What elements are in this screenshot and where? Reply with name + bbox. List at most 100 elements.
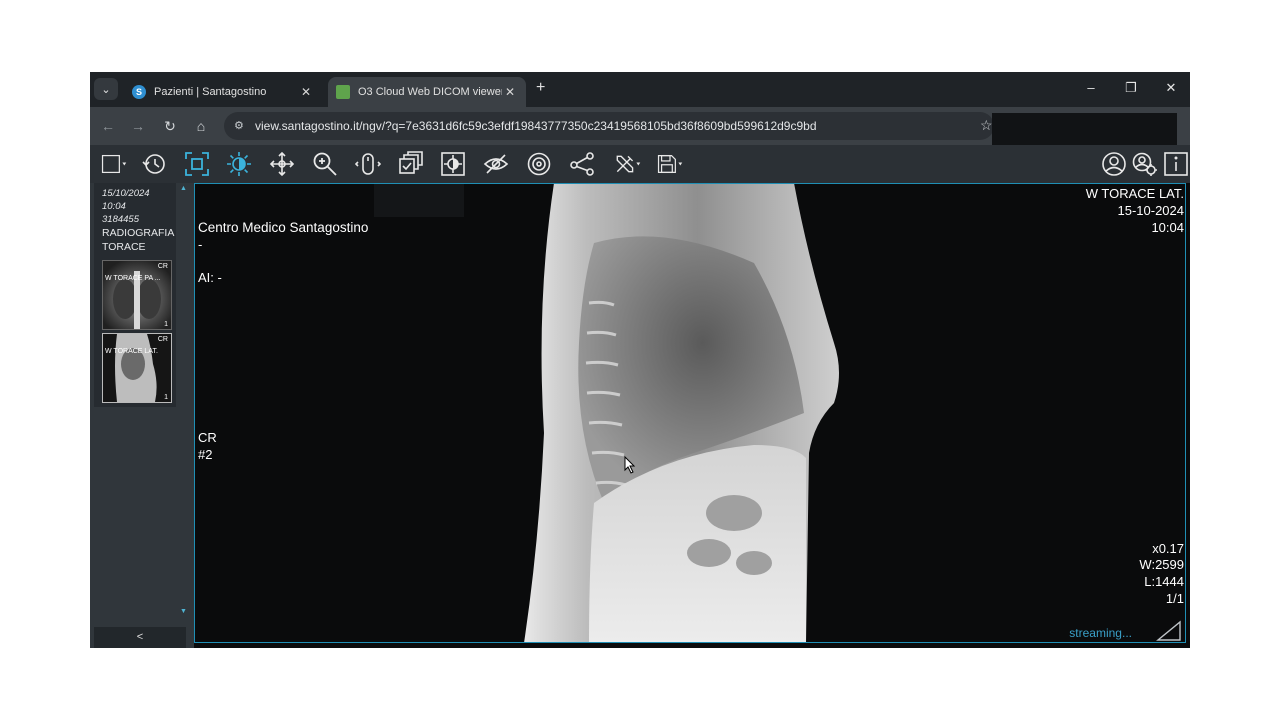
study-description-line1: RADIOGRAFIA [102,227,175,239]
study-panel[interactable]: 15/10/2024 10:04 3184455 RADIOGRAFIA TOR… [94,183,176,407]
forward-button[interactable]: → [128,118,148,134]
share-icon [570,152,594,176]
settings-user-icon [1132,152,1157,176]
url-text: view.santagostino.it/ngv/?q=7e3631d6fc59… [255,119,817,133]
tools-icon [616,155,641,173]
hide-overlay-button[interactable] [480,149,512,179]
scroll-down-icon[interactable]: ▼ [180,608,187,615]
save-button[interactable] [650,149,690,179]
browser-window: ⌄ S Pazienti | Santagostino ✕ O3 Cloud W… [90,72,1190,648]
mouse-icon [355,153,381,175]
series-title: W TORACE LAT. [105,348,158,355]
tab-label: O3 Cloud Web DICOM viewer [358,86,502,98]
user-button[interactable] [1098,149,1130,179]
zoom-button[interactable] [309,149,341,179]
bookmark-star-icon[interactable]: ☆ [980,117,993,134]
window-level-button[interactable] [223,149,255,179]
tab-close-icon[interactable]: ✕ [502,85,518,99]
viewer-toolbar [90,145,1190,184]
series-number-label: #2 [198,447,213,462]
site-info-icon[interactable]: ⚙ [234,119,248,133]
tab-label: Pazienti | Santagostino [154,86,267,98]
save-icon [657,154,683,174]
series-count: 1 [164,321,168,328]
streaming-status: streaming... [1069,626,1132,640]
user-icon [1102,152,1126,176]
series-stack-button[interactable] [395,149,427,179]
institution-dash: - [198,237,203,252]
invert-icon [441,152,465,176]
series-modality: CR [157,336,168,343]
info-button[interactable] [1160,149,1190,179]
history-button[interactable] [138,149,170,179]
series-description-label: W TORACE LAT. [1085,186,1184,201]
home-button[interactable]: ⌂ [191,118,211,134]
chevron-down-icon: ⌄ [101,83,111,96]
study-id: 3184455 [102,214,139,225]
pan-button[interactable] [266,149,298,179]
target-icon [527,152,551,176]
close-button[interactable]: ✕ [1156,80,1186,96]
address-bar-row: ← → ↻ ⌂ ⚙ view.santagostino.it/ngv/?q=7e… [90,107,1190,145]
home-icon: ⌂ [196,118,206,134]
series-thumbnail-2[interactable]: CR W TORACE LAT. 1 [102,333,172,403]
series-thumbnail-1[interactable]: CR W TORACE PA ... 1 [102,260,172,330]
series-modality: CR [157,263,168,270]
series-title: W TORACE PA ... [105,275,161,282]
study-date: 15/10/2024 [102,188,150,199]
viewport-frame [194,183,1186,643]
window-level-label: L:1444 [1144,574,1184,589]
collapse-sidebar-button[interactable]: < [94,627,186,648]
study-time: 10:04 [102,201,126,212]
modality-label: CR [198,430,217,445]
study-sidebar: 15/10/2024 10:04 3184455 RADIOGRAFIA TOR… [90,183,194,648]
mouse-mode-button[interactable] [352,149,384,179]
chest-pa-thumbnail-image [103,261,171,329]
chest-lateral-thumbnail-image [103,334,171,402]
fit-screen-button[interactable] [181,149,213,179]
pan-icon [269,151,295,177]
scroll-up-icon[interactable]: ▲ [180,185,187,192]
info-icon [1164,152,1188,176]
tab-search-button[interactable]: ⌄ [94,78,118,100]
reload-button[interactable]: ↻ [160,118,180,135]
study-time-label: 10:04 [1151,220,1184,235]
series-count: 1 [164,394,168,401]
tools-button[interactable] [608,149,648,179]
o3-favicon-icon [336,85,350,99]
new-tab-button[interactable]: + [536,79,545,97]
window-width-label: W:2599 [1139,557,1184,572]
share-button[interactable] [566,149,598,179]
fit-screen-icon [185,152,209,176]
image-index-label: 1/1 [1165,591,1184,606]
invert-button[interactable] [437,149,469,179]
url-field[interactable]: ⚙ view.santagostino.it/ngv/?q=7e3631d6fc… [224,112,994,140]
layout-icon [101,154,127,174]
santagostino-favicon-icon: S [132,85,146,99]
resize-corner-icon[interactable] [1156,620,1182,642]
hide-overlay-icon [483,154,509,174]
image-viewport[interactable]: Centro Medico Santagostino - AI: - CR #2… [194,183,1190,648]
tab-dicom-viewer[interactable]: O3 Cloud Web DICOM viewer ✕ [328,77,526,107]
forward-arrow-icon: → [131,118,145,134]
institution-name: Centro Medico Santagostino [198,220,369,235]
series-stack-icon [399,151,423,174]
study-date-label: 15-10-2024 [1117,203,1185,218]
user-settings-button[interactable] [1129,149,1161,179]
mouse-cursor-icon [624,456,636,474]
zoom-icon [313,152,337,176]
restore-button[interactable]: ❐ [1116,80,1146,96]
tab-pazienti[interactable]: S Pazienti | Santagostino ✕ [124,77,322,107]
layout-button[interactable] [94,149,134,179]
redacted-area [992,113,1177,145]
history-icon [142,154,165,174]
tab-bar: ⌄ S Pazienti | Santagostino ✕ O3 Cloud W… [90,72,1190,107]
zoom-label: x0.17 [1152,541,1184,556]
window-level-icon [227,152,251,176]
tab-close-icon[interactable]: ✕ [298,85,314,99]
minimize-button[interactable]: – [1076,80,1106,95]
reload-icon: ↻ [164,118,176,134]
back-button[interactable]: ← [98,118,118,134]
target-button[interactable] [523,149,555,179]
back-arrow-icon: ← [101,118,115,134]
